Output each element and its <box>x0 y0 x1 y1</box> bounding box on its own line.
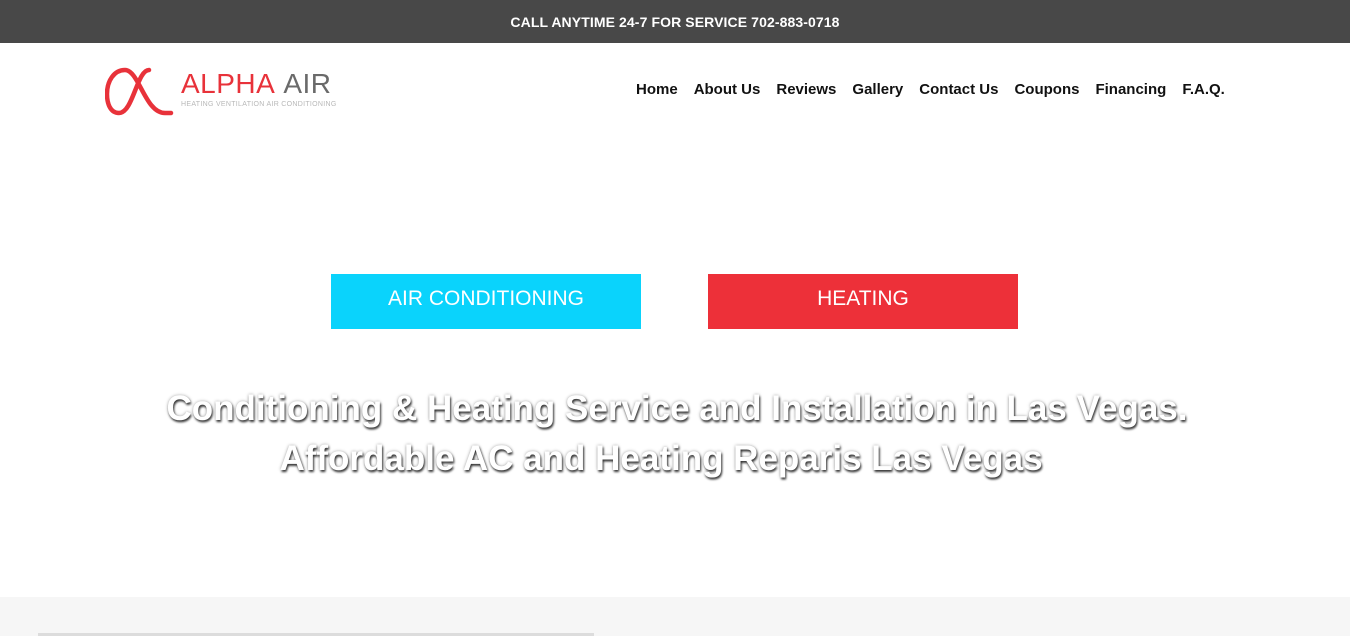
logo-name-primary: ALPHA <box>181 68 276 99</box>
nav-item-about-us[interactable]: About Us <box>686 81 769 99</box>
nav-item-financing[interactable]: Financing <box>1087 81 1174 99</box>
logo-tagline: HEATING VENTILATION AIR CONDITIONING <box>181 101 337 108</box>
top-announcement-bar: CALL ANYTIME 24-7 FOR SERVICE 702-883-07… <box>0 0 1350 43</box>
heating-button[interactable]: HEATING <box>708 274 1018 329</box>
logo-wordmark: ALPHA AIR <box>181 68 332 100</box>
site-header: ALPHA AIR HEATING VENTILATION AIR CONDITI… <box>0 43 1350 133</box>
site-logo[interactable]: ALPHA AIR HEATING VENTILATION AIR CONDITI… <box>105 61 365 117</box>
service-phone-text: CALL ANYTIME 24-7 FOR SERVICE 702-883-07… <box>510 13 840 30</box>
air-conditioning-button[interactable]: AIR CONDITIONING <box>331 274 641 329</box>
nav-item-home[interactable]: Home <box>628 81 686 99</box>
nav-item-faq[interactable]: F.A.Q. <box>1174 81 1233 99</box>
logo-name-secondary: AIR <box>283 68 332 99</box>
hero-headline: Conditioning & Heating Service and Insta… <box>0 384 1350 484</box>
nav-item-coupons[interactable]: Coupons <box>1006 81 1087 99</box>
main-navigation: Home About Us Reviews Gallery Contact Us… <box>628 81 1233 99</box>
headline-line-1: Conditioning & Heating Service and Insta… <box>166 389 1188 428</box>
nav-item-contact-us[interactable]: Contact Us <box>911 81 1006 99</box>
nav-item-gallery[interactable]: Gallery <box>844 81 911 99</box>
nav-item-reviews[interactable]: Reviews <box>768 81 844 99</box>
headline-line-2: Affordable AC and Heating Reparis Las Ve… <box>279 439 1043 478</box>
alpha-symbol-icon <box>105 67 174 116</box>
section-divider-band <box>0 597 1350 636</box>
